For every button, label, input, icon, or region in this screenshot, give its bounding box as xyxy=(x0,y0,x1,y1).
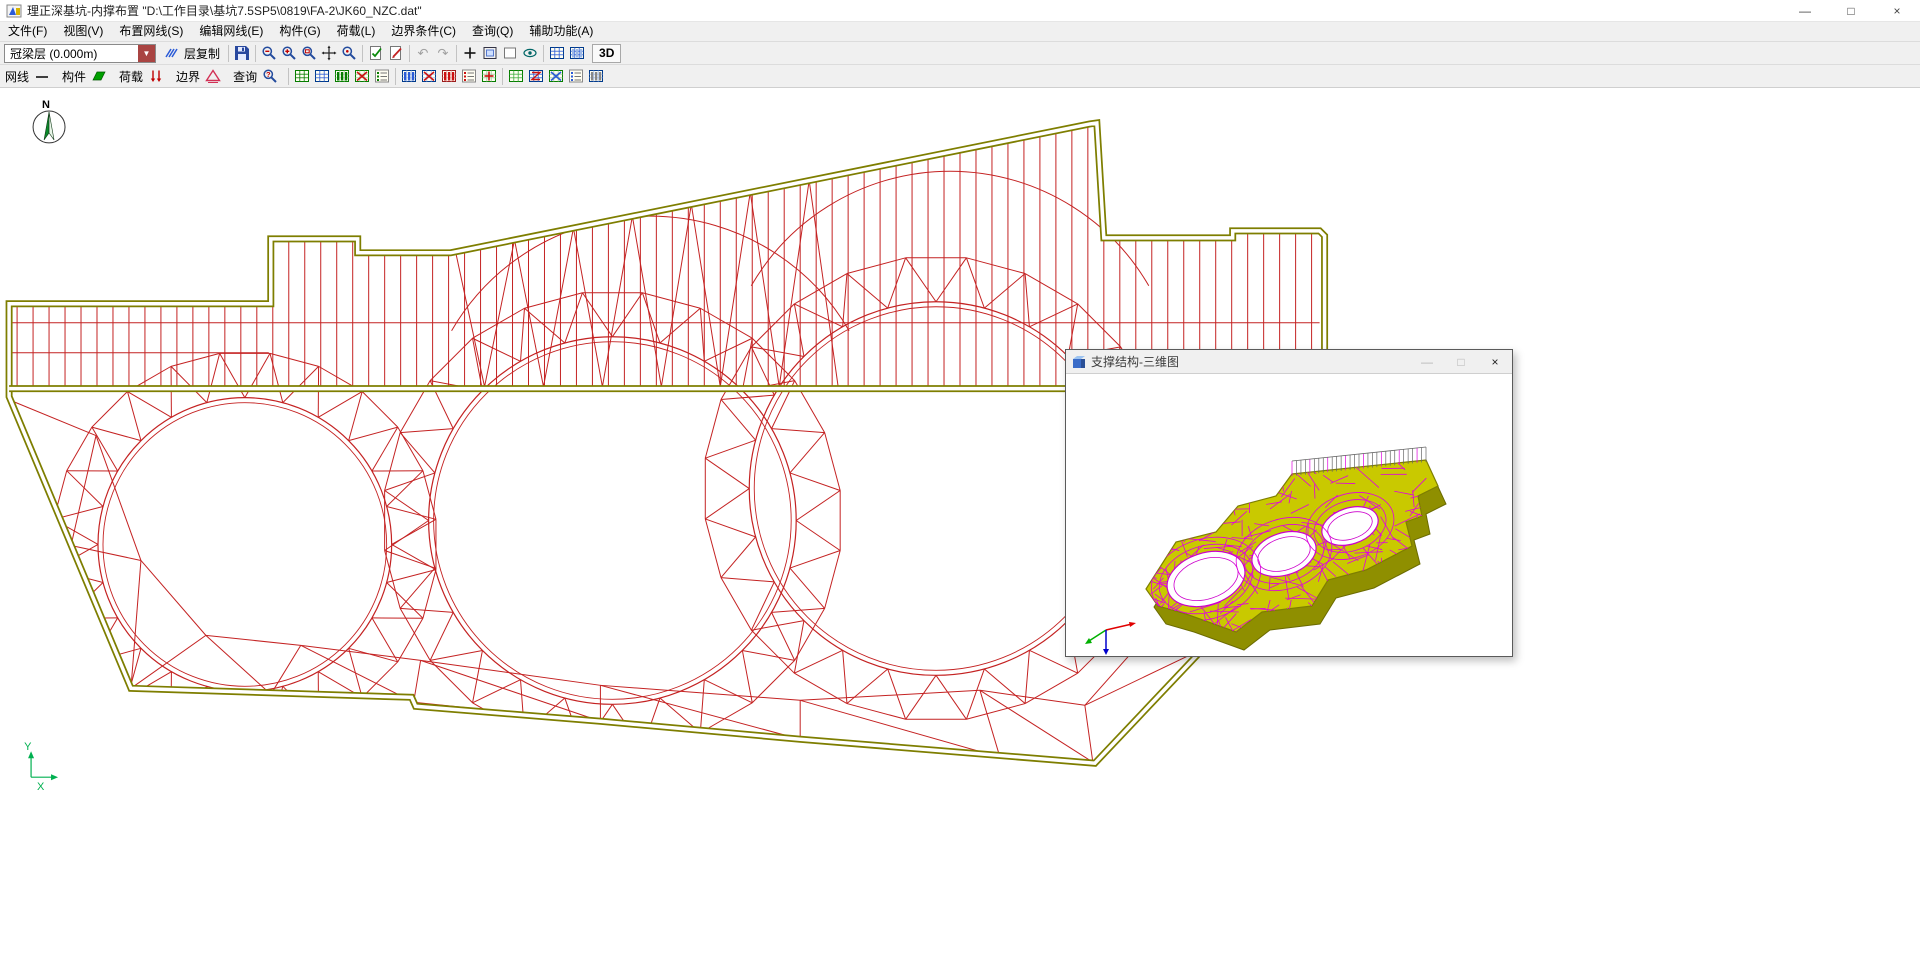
load-mode-button-label: 荷载 xyxy=(119,68,143,85)
menu-item-3[interactable]: 布置网线(S) xyxy=(111,22,191,41)
member-mode-button[interactable]: 构件 xyxy=(57,66,114,87)
mesh-mode-button-label: 网线 xyxy=(5,68,29,85)
grid-tool-icon-10[interactable] xyxy=(479,66,499,86)
north-label: N xyxy=(42,99,50,111)
boundary-mode-button[interactable]: 边界 xyxy=(171,66,228,87)
title-bar: 理正深基坑-内撑布置 "D:\工作目录\基坑7.5SP5\0819\FA-2\J… xyxy=(0,0,1920,22)
window-icon xyxy=(1072,355,1086,369)
save-icon[interactable] xyxy=(232,43,252,63)
grid-tool-icon-1[interactable] xyxy=(292,66,312,86)
layer-dropdown-arrow-icon[interactable]: ▼ xyxy=(138,45,155,62)
member-icon xyxy=(89,66,109,86)
menu-bar: 文件(F)视图(V)布置网线(S)编辑网线(E)构件(G)荷载(L)边界条件(C… xyxy=(0,22,1920,41)
grid-tool-icon-12[interactable] xyxy=(526,66,546,86)
grid-tool-icon-2[interactable] xyxy=(312,66,332,86)
table-grid-icon-2[interactable] xyxy=(567,43,587,63)
layer-copy-label: 层复制 xyxy=(184,45,220,62)
blank-region-icon[interactable] xyxy=(500,43,520,63)
undo-icon[interactable]: ↶ xyxy=(413,43,433,63)
svg-text:?: ? xyxy=(266,70,271,79)
grid-tool-icon-14[interactable] xyxy=(566,66,586,86)
layer-copy-icon xyxy=(161,43,181,63)
boundary-mode-button-label: 边界 xyxy=(176,68,200,85)
query-mode-button-label: 查询 xyxy=(233,68,257,85)
pan-icon[interactable] xyxy=(319,43,339,63)
north-compass-icon: N xyxy=(33,99,65,143)
table-grid-icon-1[interactable] xyxy=(547,43,567,63)
view-icon[interactable] xyxy=(520,43,540,63)
main-toolbar: 冠梁层 (0.000m) ▼ 层复制 ↶ ↷ 3D xyxy=(0,41,1920,64)
3d-window-title: 支撑结构-三维图 xyxy=(1091,353,1179,370)
frame-icon[interactable] xyxy=(480,43,500,63)
mesh-line-icon xyxy=(32,66,52,86)
window-controls: — □ × xyxy=(1782,0,1920,21)
3d-minimize-button[interactable]: — xyxy=(1410,350,1444,373)
layer-selector[interactable]: 冠梁层 (0.000m) ▼ xyxy=(4,44,156,63)
axis-x-label: X xyxy=(37,781,45,793)
menu-item-5[interactable]: 构件(G) xyxy=(271,22,328,41)
zoom-extents-icon[interactable] xyxy=(339,43,359,63)
redo-icon[interactable]: ↷ xyxy=(433,43,453,63)
menu-item-9[interactable]: 辅助功能(A) xyxy=(521,22,601,41)
minimize-button[interactable]: — xyxy=(1782,0,1828,21)
app-icon xyxy=(6,3,22,19)
menu-item-6[interactable]: 荷载(L) xyxy=(329,22,384,41)
load-mode-button[interactable]: 荷载 xyxy=(114,66,171,87)
svg-text:↷: ↷ xyxy=(438,46,449,61)
grid-tool-icon-3[interactable] xyxy=(332,66,352,86)
3d-restore-button[interactable]: □ xyxy=(1444,350,1478,373)
grid-tool-icon-15[interactable] xyxy=(586,66,606,86)
drawing-canvas[interactable]: N Y X 支撑结构-三维图 — □ × xyxy=(0,87,1920,957)
grid-tool-icon-6[interactable] xyxy=(399,66,419,86)
menu-item-7[interactable]: 边界条件(C) xyxy=(383,22,464,41)
axis-y-label: Y xyxy=(24,741,32,753)
zoom-window-icon[interactable] xyxy=(299,43,319,63)
member-mode-button-label: 构件 xyxy=(62,68,86,85)
layer-selector-value: 冠梁层 (0.000m) xyxy=(5,45,138,62)
query-icon: ? xyxy=(260,66,280,86)
menu-item-1[interactable]: 文件(F) xyxy=(0,22,55,41)
mode-toolbar: 网线 构件 荷载 边界 查询? xyxy=(0,64,1920,87)
boundary-icon xyxy=(203,66,223,86)
3d-window-controls: — □ × xyxy=(1410,350,1512,373)
zoom-out-icon[interactable] xyxy=(259,43,279,63)
close-button[interactable]: × xyxy=(1874,0,1920,21)
grid-tool-icon-5[interactable] xyxy=(372,66,392,86)
grid-tool-icon-7[interactable] xyxy=(419,66,439,86)
axis-icon: Y X xyxy=(24,741,58,793)
load-icon xyxy=(146,66,166,86)
axis-triad-icon xyxy=(1085,622,1136,655)
edit-pen-icon[interactable] xyxy=(386,43,406,63)
grid-tool-icon-13[interactable] xyxy=(546,66,566,86)
mesh-mode-button[interactable]: 网线 xyxy=(0,66,57,87)
maximize-button[interactable]: □ xyxy=(1828,0,1874,21)
grid-tool-icon-4[interactable] xyxy=(352,66,372,86)
grid-tool-icon-11[interactable] xyxy=(506,66,526,86)
add-node-icon[interactable] xyxy=(460,43,480,63)
menu-item-4[interactable]: 编辑网线(E) xyxy=(191,22,271,41)
3d-view-button[interactable]: 3D xyxy=(592,44,621,63)
edit-verify-icon[interactable] xyxy=(366,43,386,63)
menu-item-8[interactable]: 查询(Q) xyxy=(464,22,521,41)
query-mode-button[interactable]: 查询? xyxy=(228,66,285,87)
layer-copy-button[interactable]: 层复制 xyxy=(156,43,225,64)
svg-text:↶: ↶ xyxy=(418,46,429,61)
plan-view[interactable]: N Y X xyxy=(0,88,1920,957)
window-title: 理正深基坑-内撑布置 "D:\工作目录\基坑7.5SP5\0819\FA-2\J… xyxy=(27,2,422,19)
3d-window-titlebar[interactable]: 支撑结构-三维图 — □ × xyxy=(1066,350,1512,374)
grid-tool-icon-8[interactable] xyxy=(439,66,459,86)
zoom-in-icon[interactable] xyxy=(279,43,299,63)
menu-item-2[interactable]: 视图(V) xyxy=(55,22,111,41)
3d-close-button[interactable]: × xyxy=(1478,350,1512,373)
3d-preview-window[interactable]: 支撑结构-三维图 — □ × xyxy=(1065,349,1513,657)
grid-tool-icon-9[interactable] xyxy=(459,66,479,86)
3d-model-view[interactable] xyxy=(1066,374,1512,656)
